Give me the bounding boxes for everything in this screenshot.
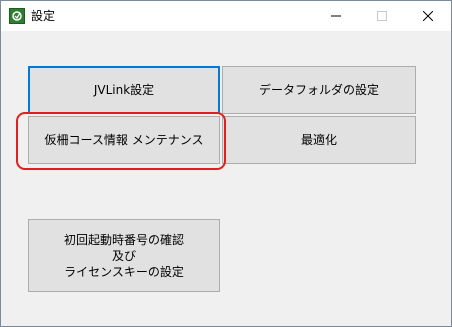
settings-window: 設定 JVLink設定 データフォルダの設定 仮柵コース情報 メンテナンス 最適… (0, 0, 452, 327)
jvlink-settings-label: JVLink設定 (93, 83, 155, 97)
optimize-label: 最適化 (300, 133, 337, 147)
initial-setup-line1: 初回起動時番号の確認 (63, 232, 184, 247)
data-folder-settings-button[interactable]: データフォルダの設定 (222, 66, 416, 114)
close-icon (423, 11, 433, 21)
title-bar[interactable]: 設定 (1, 1, 451, 31)
optimize-button[interactable]: 最適化 (222, 116, 416, 164)
jvlink-settings-button[interactable]: JVLink設定 (28, 66, 220, 114)
app-icon (9, 8, 25, 24)
initial-setup-button[interactable]: 初回起動時番号の確認 及び ライセンスキーの設定 (28, 219, 220, 292)
window-title: 設定 (31, 9, 56, 23)
data-folder-settings-label: データフォルダの設定 (258, 83, 379, 97)
initial-setup-line3: ライセンスキーの設定 (64, 264, 184, 279)
maximize-button[interactable] (359, 1, 405, 31)
initial-setup-line2: 及び (111, 248, 136, 263)
course-maintenance-button[interactable]: 仮柵コース情報 メンテナンス (28, 116, 220, 164)
maximize-icon (377, 11, 387, 21)
close-button[interactable] (405, 1, 451, 31)
course-maintenance-label: 仮柵コース情報 メンテナンス (44, 133, 204, 147)
client-area: JVLink設定 データフォルダの設定 仮柵コース情報 メンテナンス 最適化 初… (1, 31, 451, 326)
minimize-icon (331, 15, 341, 17)
minimize-button[interactable] (313, 1, 359, 31)
initial-setup-label: 初回起動時番号の確認 及び ライセンスキーの設定 (64, 232, 184, 280)
